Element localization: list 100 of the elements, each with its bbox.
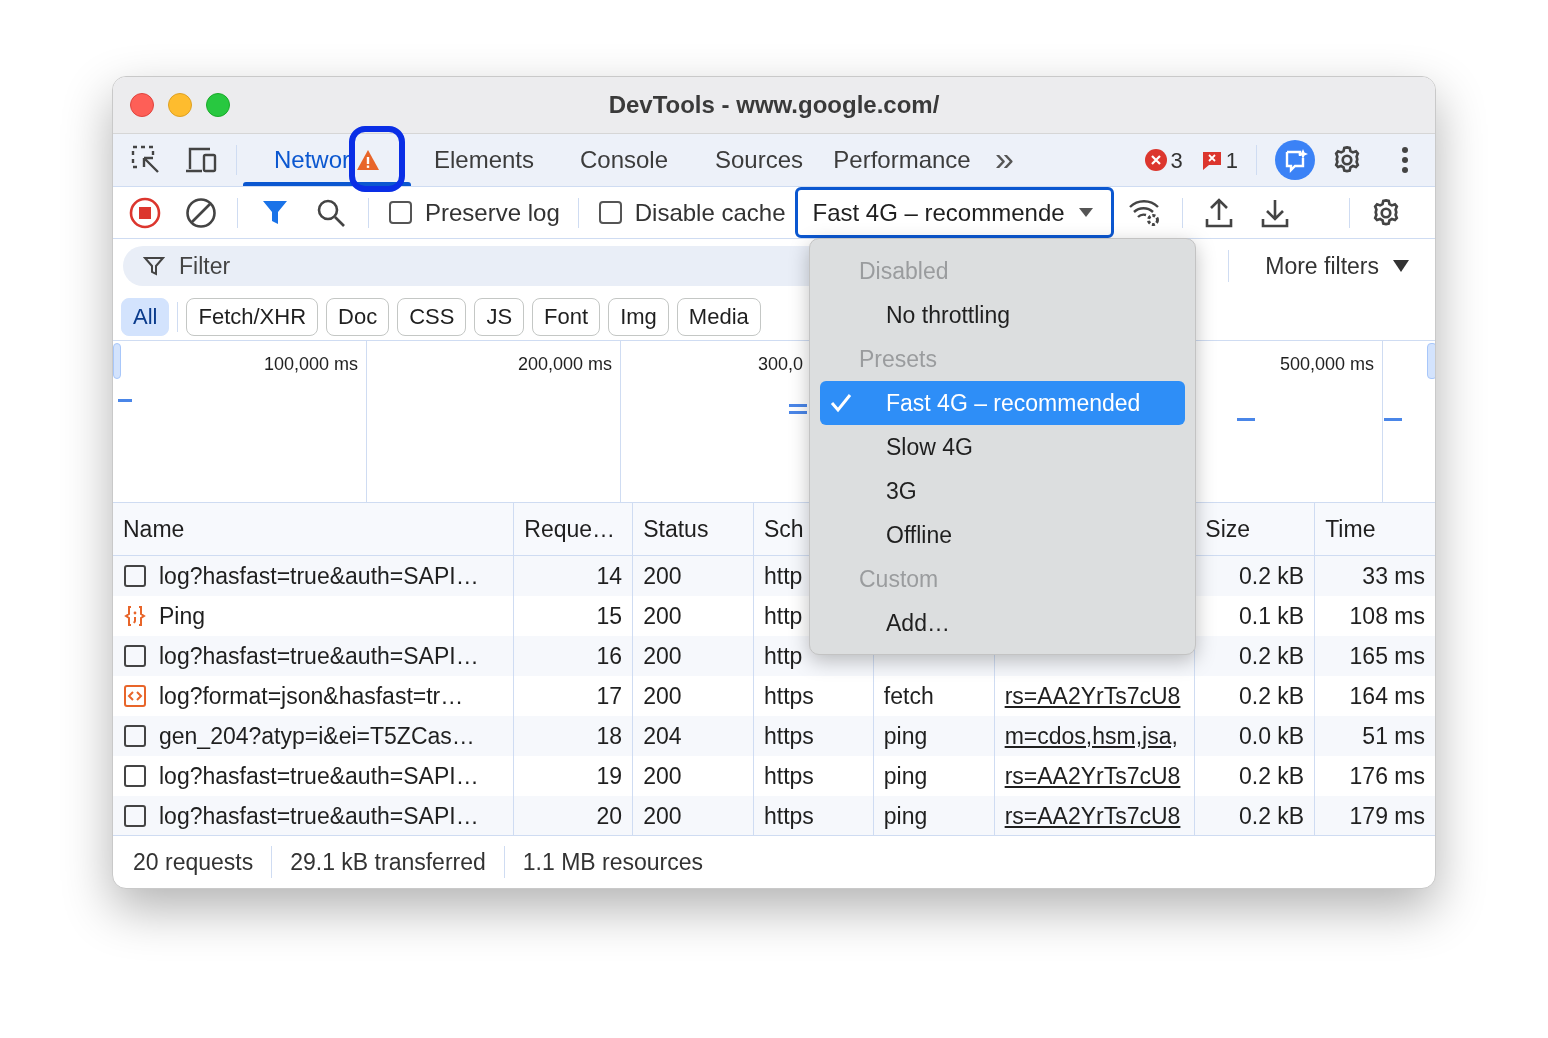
type-filter-chip[interactable]: JS	[474, 297, 525, 336]
column-header[interactable]: Reque…	[514, 503, 634, 555]
column-header[interactable]: Name	[113, 503, 515, 555]
request-name[interactable]: Ping	[159, 598, 206, 634]
panel-tab[interactable]: Networ	[243, 134, 411, 186]
table-cell-text: 0.0 kB	[1238, 721, 1305, 751]
initiator-link[interactable]: rs=AA2YrTs7cU8	[1004, 798, 1181, 834]
table-cell-text: 200	[643, 761, 682, 791]
issue-count[interactable]: 1	[1225, 143, 1238, 177]
document-icon	[123, 764, 147, 788]
table-cell-text: 200	[643, 801, 682, 831]
clear-icon[interactable]	[185, 196, 217, 229]
download-icon[interactable]	[1261, 197, 1290, 228]
caret-icon	[1393, 260, 1409, 272]
status-text: 1.1 MB resources	[522, 847, 704, 877]
table-cell-text: ping	[883, 721, 928, 751]
table-cell-text: 0.2 kB	[1238, 801, 1305, 831]
range-handle[interactable]	[1427, 343, 1435, 379]
type-filter-chip[interactable]: All	[121, 297, 170, 336]
range-handle[interactable]	[113, 343, 121, 379]
table-cell-text: 200	[643, 681, 682, 711]
type-filter-chip[interactable]: Font	[532, 297, 601, 336]
more-filters-button[interactable]: More filters	[1265, 248, 1409, 284]
menu-option[interactable]: Slow 4G	[820, 425, 1185, 469]
table-cell-text: 15	[596, 601, 623, 631]
issue-icon[interactable]	[1200, 149, 1223, 171]
table-cell-text: https	[764, 761, 814, 791]
timeline-label: 300,0	[758, 353, 804, 376]
filter-icon	[143, 255, 165, 277]
table-cell-text: 19	[596, 761, 623, 791]
caret-icon	[1079, 208, 1094, 217]
type-filter-chip[interactable]: CSS	[397, 297, 467, 336]
request-name[interactable]: gen_204?atyp=i&ei=T5ZCas…	[159, 718, 475, 754]
request-name[interactable]: log?format=json&hasfast=tr…	[159, 678, 464, 714]
disable-cache-checkbox[interactable]: Disable cache	[598, 194, 786, 231]
request-bar	[1384, 418, 1402, 421]
table-cell-text: http	[764, 641, 803, 671]
menu-option[interactable]: 3G	[820, 469, 1185, 513]
table-cell-text: 20	[596, 801, 623, 831]
panel-tab[interactable]: Console	[557, 134, 691, 186]
more-options-icon[interactable]	[1401, 146, 1409, 174]
error-icon[interactable]	[1144, 149, 1167, 171]
table-cell-text: 200	[643, 601, 682, 631]
request-bar	[789, 404, 807, 407]
request-bar	[118, 399, 132, 402]
document-icon	[123, 724, 147, 748]
table-cell-text: ping	[883, 761, 928, 791]
error-count[interactable]: 3	[1170, 143, 1183, 177]
request-name[interactable]: log?hasfast=true&auth=SAPI…	[159, 798, 479, 834]
status-text: 20 requests	[133, 847, 254, 877]
menu-option[interactable]: No throttling	[820, 293, 1185, 337]
table-cell-text: 51 ms	[1362, 721, 1425, 751]
document-icon	[123, 804, 147, 828]
table-cell-text: 33 ms	[1362, 561, 1425, 591]
table-cell-text: 164 ms	[1349, 681, 1425, 711]
table-cell-text: 108 ms	[1349, 601, 1425, 631]
type-filter-chip[interactable]: Fetch/XHR	[186, 297, 319, 336]
table-cell-text: https	[764, 681, 814, 711]
table-cell-text: 204	[643, 721, 682, 751]
column-header[interactable]: Time	[1315, 503, 1435, 555]
status-text: 29.1 kB transferred	[290, 847, 486, 877]
table-cell-text: 0.2 kB	[1238, 681, 1305, 711]
table-cell-text: 0.2 kB	[1238, 761, 1305, 791]
menu-option[interactable]: Offline	[820, 513, 1185, 557]
preserve-log-checkbox[interactable]: Preserve log	[389, 194, 560, 231]
stop-recording-icon[interactable]	[129, 196, 161, 229]
timeline-label: 500,000 ms	[1279, 353, 1374, 376]
table-cell-text: fetch	[883, 681, 934, 711]
search-icon[interactable]	[316, 197, 346, 228]
table-cell-text: 200	[643, 561, 682, 591]
type-filter-chip[interactable]: Doc	[326, 297, 390, 336]
table-cell-text: 17	[596, 681, 623, 711]
initiator-link[interactable]: m=cdos,hsm,jsa,	[1004, 718, 1178, 754]
column-header[interactable]: Status	[633, 503, 754, 555]
table-cell-text: 16	[596, 641, 623, 671]
panel-tab[interactable]: Sources	[691, 134, 827, 186]
request-name[interactable]: log?hasfast=true&auth=SAPI…	[159, 638, 479, 674]
menu-option[interactable]: Add…	[820, 601, 1185, 645]
table-cell-text: 0.2 kB	[1238, 561, 1305, 591]
table-cell-text: 176 ms	[1349, 761, 1425, 791]
fetch-icon	[123, 684, 147, 708]
more-tabs-button[interactable]: »	[995, 141, 1014, 175]
panel-tab[interactable]: Elements	[411, 134, 557, 186]
table-cell-text: 179 ms	[1349, 801, 1425, 831]
ai-assistance-icon[interactable]	[1275, 140, 1315, 180]
checkmark-icon	[830, 393, 852, 413]
request-name[interactable]: log?hasfast=true&auth=SAPI…	[159, 758, 479, 794]
filter-icon[interactable]	[262, 198, 288, 227]
throttling-dropdown[interactable]: Fast 4G – recommende	[795, 187, 1115, 238]
panel-tab[interactable]: Performance	[827, 134, 977, 186]
type-filter-chip[interactable]: Media	[676, 297, 761, 336]
request-name[interactable]: log?hasfast=true&auth=SAPI…	[159, 558, 479, 594]
document-icon	[123, 564, 147, 588]
type-filter-chip[interactable]: Img	[608, 297, 669, 336]
highlight-ring	[349, 126, 405, 192]
initiator-link[interactable]: rs=AA2YrTs7cU8	[1004, 678, 1181, 714]
close-window-button[interactable]	[130, 93, 154, 117]
device-toolbar-icon[interactable]	[184, 145, 218, 175]
upload-icon[interactable]	[1205, 197, 1234, 228]
initiator-link[interactable]: rs=AA2YrTs7cU8	[1004, 758, 1181, 794]
